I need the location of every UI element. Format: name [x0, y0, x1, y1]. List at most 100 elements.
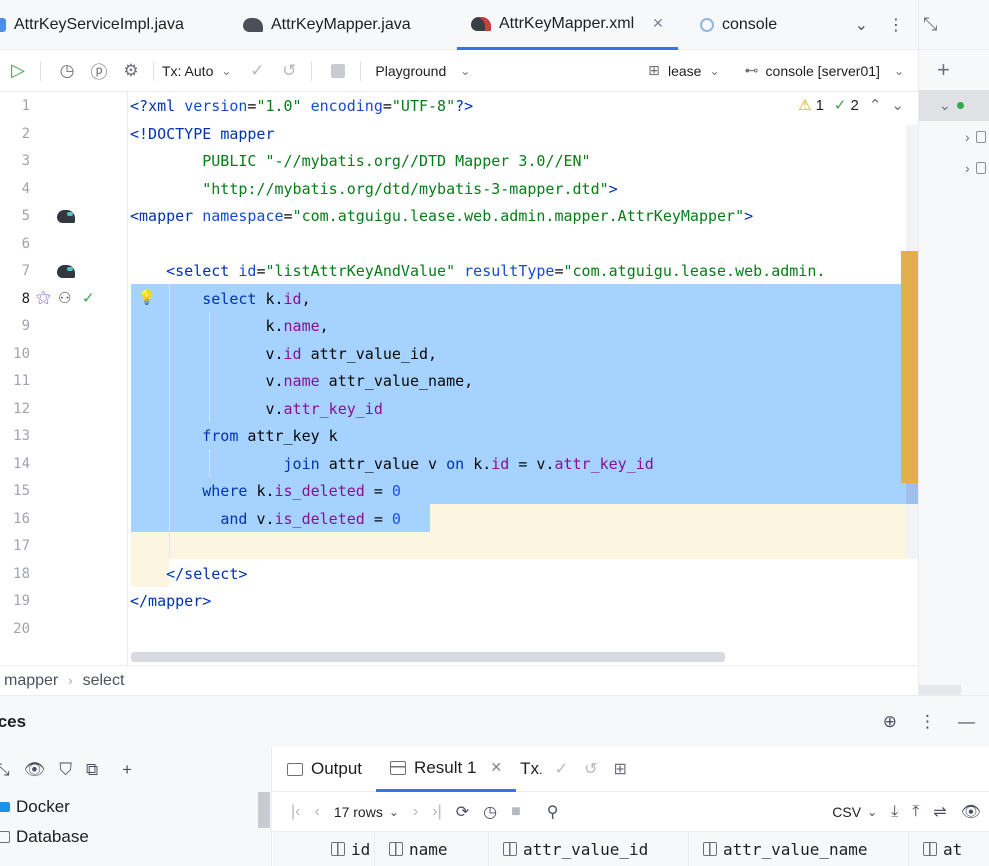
line-number[interactable]: 7: [0, 258, 30, 286]
pin-icon[interactable]: ⓟ: [85, 57, 113, 85]
ai-assist-icon[interactable]: ⚝: [36, 289, 51, 306]
line-number[interactable]: 13: [0, 423, 30, 451]
chevron-down-icon[interactable]: ⌄: [867, 805, 877, 819]
tree-item[interactable]: ›: [935, 121, 989, 152]
filter-icon[interactable]: ⛉: [59, 760, 72, 780]
line-number[interactable]: 1: [0, 93, 30, 121]
column-header-attr-value-name[interactable]: attr_value_name: [689, 832, 909, 866]
code-line[interactable]: </mapper>: [130, 588, 211, 616]
minimize-icon[interactable]: —: [958, 712, 975, 732]
breadcrumb-item[interactable]: select: [83, 672, 125, 690]
add-icon[interactable]: +: [122, 760, 132, 780]
check-icon[interactable]: ✓: [82, 289, 95, 307]
code-line[interactable]: v.attr_key_id: [130, 396, 382, 424]
line-number[interactable]: 9: [0, 313, 30, 341]
inspection-widget[interactable]: ⚠ 1 ✓ 2 ⌃ ⌄: [798, 96, 904, 115]
line-number[interactable]: 8: [0, 286, 30, 314]
pin-icon[interactable]: ⚲: [547, 802, 559, 822]
transaction-mode-dropdown[interactable]: Tx: Auto: [162, 63, 213, 79]
new-tab-icon[interactable]: ⧉: [86, 760, 98, 780]
horizontal-scrollbar[interactable]: [131, 652, 725, 662]
chevron-down-icon[interactable]: ⌄: [891, 96, 904, 114]
line-number[interactable]: 11: [0, 368, 30, 396]
rows-count-dropdown[interactable]: 17 rows: [334, 804, 383, 820]
collapse-icon[interactable]: ⤡: [919, 0, 989, 50]
playground-dropdown[interactable]: Playground: [375, 63, 446, 79]
code-line[interactable]: and v.is_deleted = 0: [130, 506, 401, 534]
column-header-attr-value-id[interactable]: attr_value_id: [489, 832, 689, 866]
tab-tx[interactable]: Tx .: [516, 747, 547, 792]
history-icon[interactable]: ◷: [483, 802, 497, 822]
more-options-icon[interactable]: ⋮: [888, 15, 904, 35]
chevron-down-icon[interactable]: ⌄: [460, 64, 470, 78]
line-number[interactable]: 10: [0, 341, 30, 369]
tree-item-datasource[interactable]: ⌄: [919, 90, 989, 121]
history-icon[interactable]: ◷: [53, 57, 81, 85]
line-number[interactable]: 19: [0, 588, 30, 616]
code-line[interactable]: <mapper namespace="com.atguigu.lease.web…: [130, 203, 753, 231]
eye-icon[interactable]: 👁: [961, 802, 981, 822]
line-number[interactable]: 18: [0, 561, 30, 589]
lightbulb-icon[interactable]: 💡: [138, 289, 155, 306]
target-icon[interactable]: ⊕: [883, 712, 897, 732]
code-line[interactable]: v.name attr_value_name,: [130, 368, 473, 396]
vertical-scrollbar[interactable]: [258, 792, 270, 828]
code-editor[interactable]: ⚠ 1 ✓ 2 ⌃ ⌄ <?xml version = "1.0" encoding…: [129, 92, 918, 665]
code-line[interactable]: select k.id,: [130, 286, 310, 314]
code-line[interactable]: v.id attr_value_id,: [130, 341, 437, 369]
collapse-icon[interactable]: ⤡: [0, 760, 10, 780]
chevron-down-icon[interactable]: ⌄: [389, 805, 399, 819]
line-number[interactable]: 14: [0, 451, 30, 479]
layout-icon[interactable]: ⊞: [605, 759, 634, 779]
tree-item-docker[interactable]: Docker: [0, 792, 271, 822]
export-format-dropdown[interactable]: CSV: [832, 804, 861, 820]
line-number[interactable]: 17: [0, 533, 30, 561]
upload-icon[interactable]: ⤒: [912, 803, 919, 821]
code-line[interactable]: PUBLIC "-//mybatis.org//DTD Mapper 3.0//…: [130, 148, 590, 176]
console-dropdown[interactable]: console [server01]: [766, 63, 880, 79]
mybatis-navigate-icon[interactable]: [57, 210, 75, 223]
tab-attrkeymapper-java[interactable]: AttrKeyMapper.java: [243, 0, 411, 49]
mybatis-navigate-icon[interactable]: [57, 265, 75, 278]
line-number[interactable]: 6: [0, 231, 30, 259]
tab-attrkeymapper-xml[interactable]: AttrKeyMapper.xml ✕: [457, 0, 678, 50]
column-header-name[interactable]: name: [375, 832, 489, 866]
line-number[interactable]: 16: [0, 506, 30, 534]
line-number[interactable]: 4: [0, 176, 30, 204]
schema-dropdown[interactable]: lease: [668, 63, 701, 79]
tab-console[interactable]: console: [700, 0, 777, 49]
line-number[interactable]: 20: [0, 616, 30, 644]
chevron-down-icon[interactable]: ⌄: [709, 64, 719, 78]
more-options-icon[interactable]: ⋮: [919, 712, 936, 732]
code-line[interactable]: </select>: [130, 561, 247, 589]
line-number[interactable]: 2: [0, 121, 30, 149]
column-header-id[interactable]: id: [317, 832, 375, 866]
line-number[interactable]: 5: [0, 203, 30, 231]
tree-item-database[interactable]: Database: [0, 822, 271, 852]
column-header-attr-key-id[interactable]: at: [909, 832, 969, 866]
code-line[interactable]: k.name,: [130, 313, 328, 341]
breadcrumb-item[interactable]: mapper: [4, 672, 58, 690]
code-line[interactable]: "http://mybatis.org/dtd/mybatis-3-mapper…: [130, 176, 617, 204]
horizontal-scrollbar[interactable]: [919, 685, 961, 695]
chevron-down-icon[interactable]: ⌄: [894, 64, 904, 78]
line-number[interactable]: 3: [0, 148, 30, 176]
chevron-down-icon[interactable]: ⌄: [855, 15, 868, 35]
gear-icon[interactable]: ⚙: [117, 57, 145, 85]
mybatis-navigate-icon[interactable]: ⚇: [58, 289, 71, 307]
close-icon[interactable]: ✕: [490, 759, 502, 776]
refresh-icon[interactable]: ⟳: [456, 802, 469, 822]
compare-icon[interactable]: ⇌: [933, 802, 946, 822]
run-icon[interactable]: ▷: [4, 57, 32, 85]
add-icon[interactable]: +: [919, 50, 989, 90]
tree-item[interactable]: ›: [935, 152, 989, 183]
code-line[interactable]: <!DOCTYPE mapper: [130, 121, 275, 149]
chevron-up-icon[interactable]: ⌃: [869, 96, 882, 114]
code-line[interactable]: from attr_key k: [130, 423, 337, 451]
tab-output[interactable]: Output: [273, 747, 376, 792]
eye-icon[interactable]: 👁: [24, 760, 46, 780]
code-line[interactable]: <select id = "listAttrKeyAndValue" resultT…: [130, 258, 825, 286]
code-line[interactable]: <?xml version="1.0" encoding="UTF-8"?>: [130, 93, 473, 121]
chevron-down-icon[interactable]: ⌄: [221, 64, 231, 78]
download-icon[interactable]: ⤓: [891, 803, 898, 821]
